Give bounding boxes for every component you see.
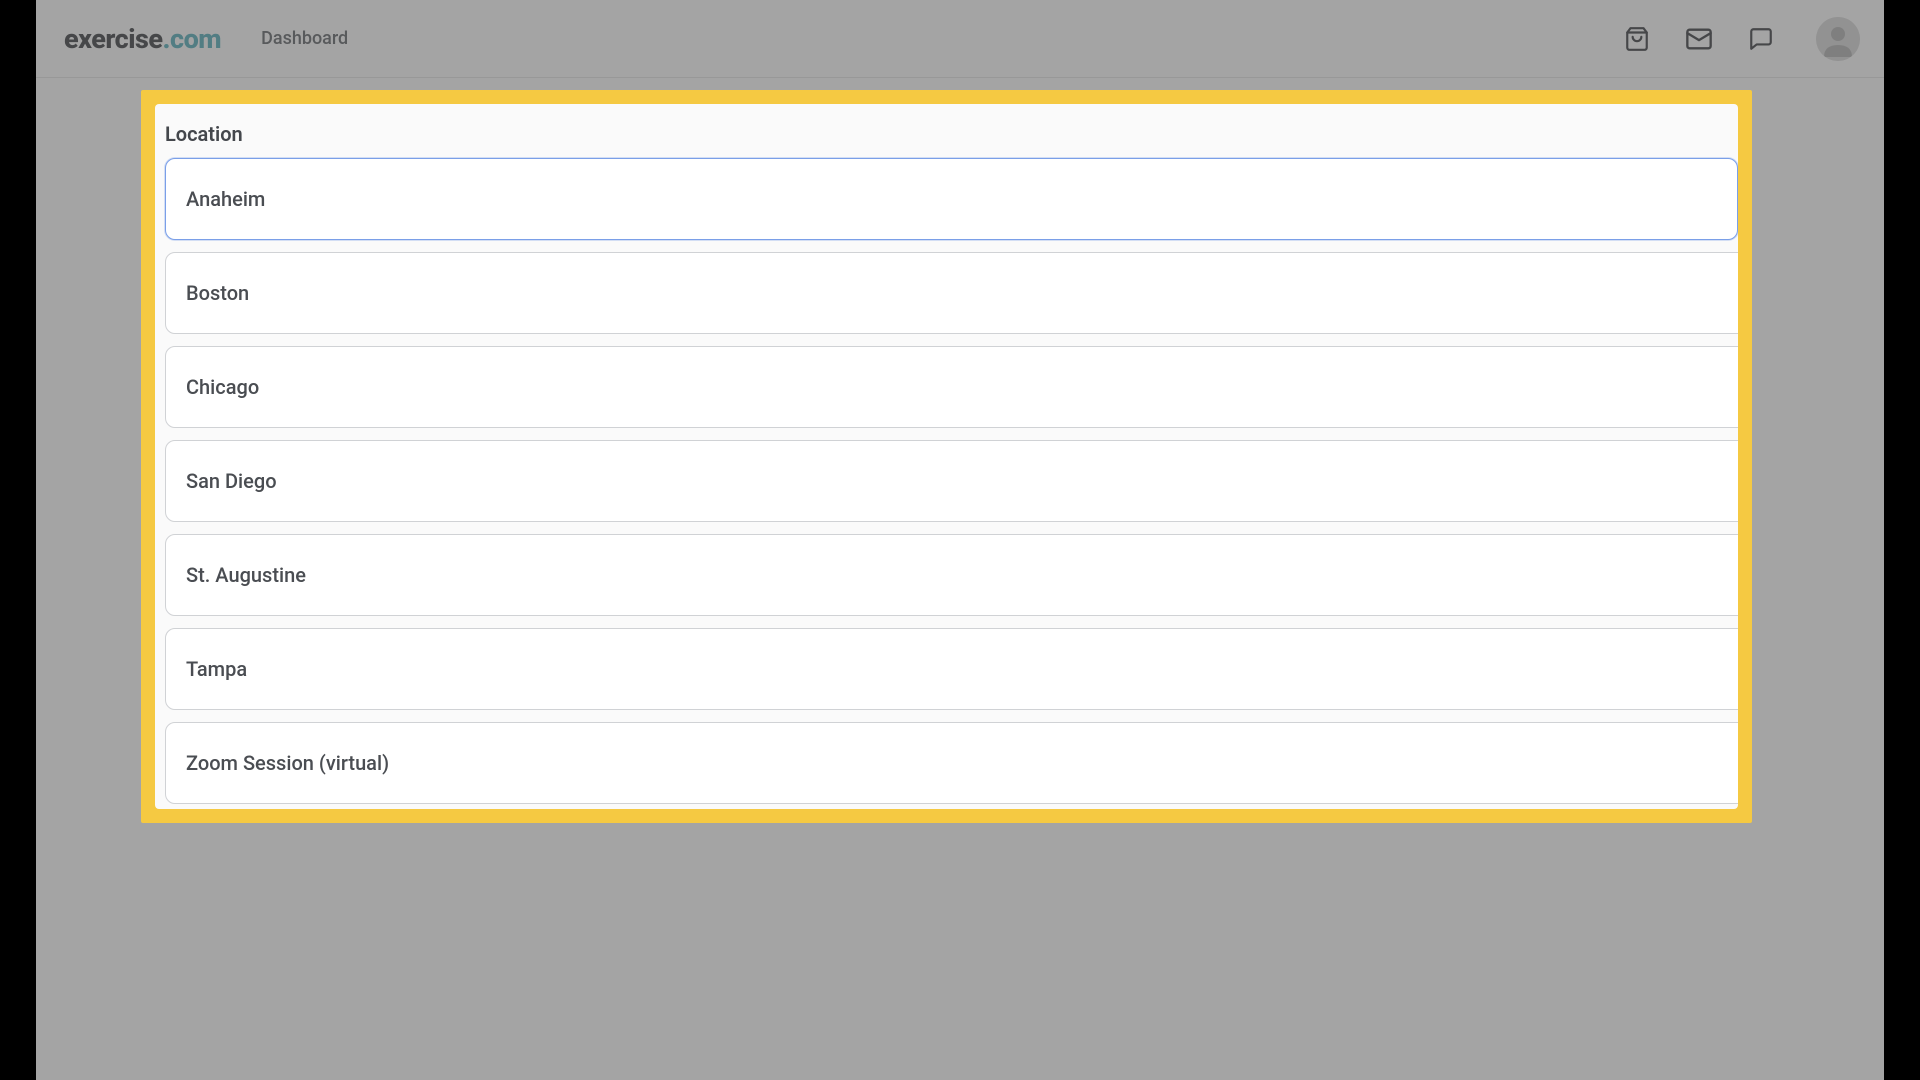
location-option[interactable]: Chicago — [165, 346, 1738, 428]
location-option-label: Zoom Session (virtual) — [186, 751, 389, 775]
chat-icon[interactable] — [1746, 24, 1776, 54]
location-option[interactable]: Anaheim — [165, 158, 1738, 240]
mail-icon[interactable] — [1684, 24, 1714, 54]
app-header: exercise .com Dashboard — [36, 0, 1884, 78]
shopping-bag-icon[interactable] — [1622, 24, 1652, 54]
logo-text-second: .com — [163, 23, 222, 55]
location-option[interactable]: St. Augustine — [165, 534, 1738, 616]
user-avatar[interactable] — [1816, 17, 1860, 61]
nav-dashboard[interactable]: Dashboard — [261, 28, 348, 49]
modal-title: Location — [155, 104, 1738, 158]
location-option[interactable]: Zoom Session (virtual) — [165, 722, 1738, 804]
app-logo[interactable]: exercise .com — [64, 23, 221, 55]
location-modal-highlight: Location Anaheim Boston Chicago San Diego St… — [141, 90, 1752, 823]
location-option[interactable]: Tampa — [165, 628, 1738, 710]
location-option-label: Tampa — [186, 657, 247, 681]
location-option-label: Chicago — [186, 375, 259, 399]
location-option-label: St. Augustine — [186, 563, 306, 587]
location-options-list: Anaheim Boston Chicago San Diego St. Augusti… — [155, 158, 1738, 804]
location-option-label: Anaheim — [186, 187, 265, 211]
logo-text-first: exercise — [64, 23, 163, 55]
location-option-label: Boston — [186, 281, 249, 305]
location-modal: Location Anaheim Boston Chicago San Diego St… — [155, 104, 1738, 809]
header-actions — [1622, 17, 1860, 61]
location-option[interactable]: San Diego — [165, 440, 1738, 522]
location-option[interactable]: Boston — [165, 252, 1738, 334]
location-option-label: San Diego — [186, 469, 277, 493]
